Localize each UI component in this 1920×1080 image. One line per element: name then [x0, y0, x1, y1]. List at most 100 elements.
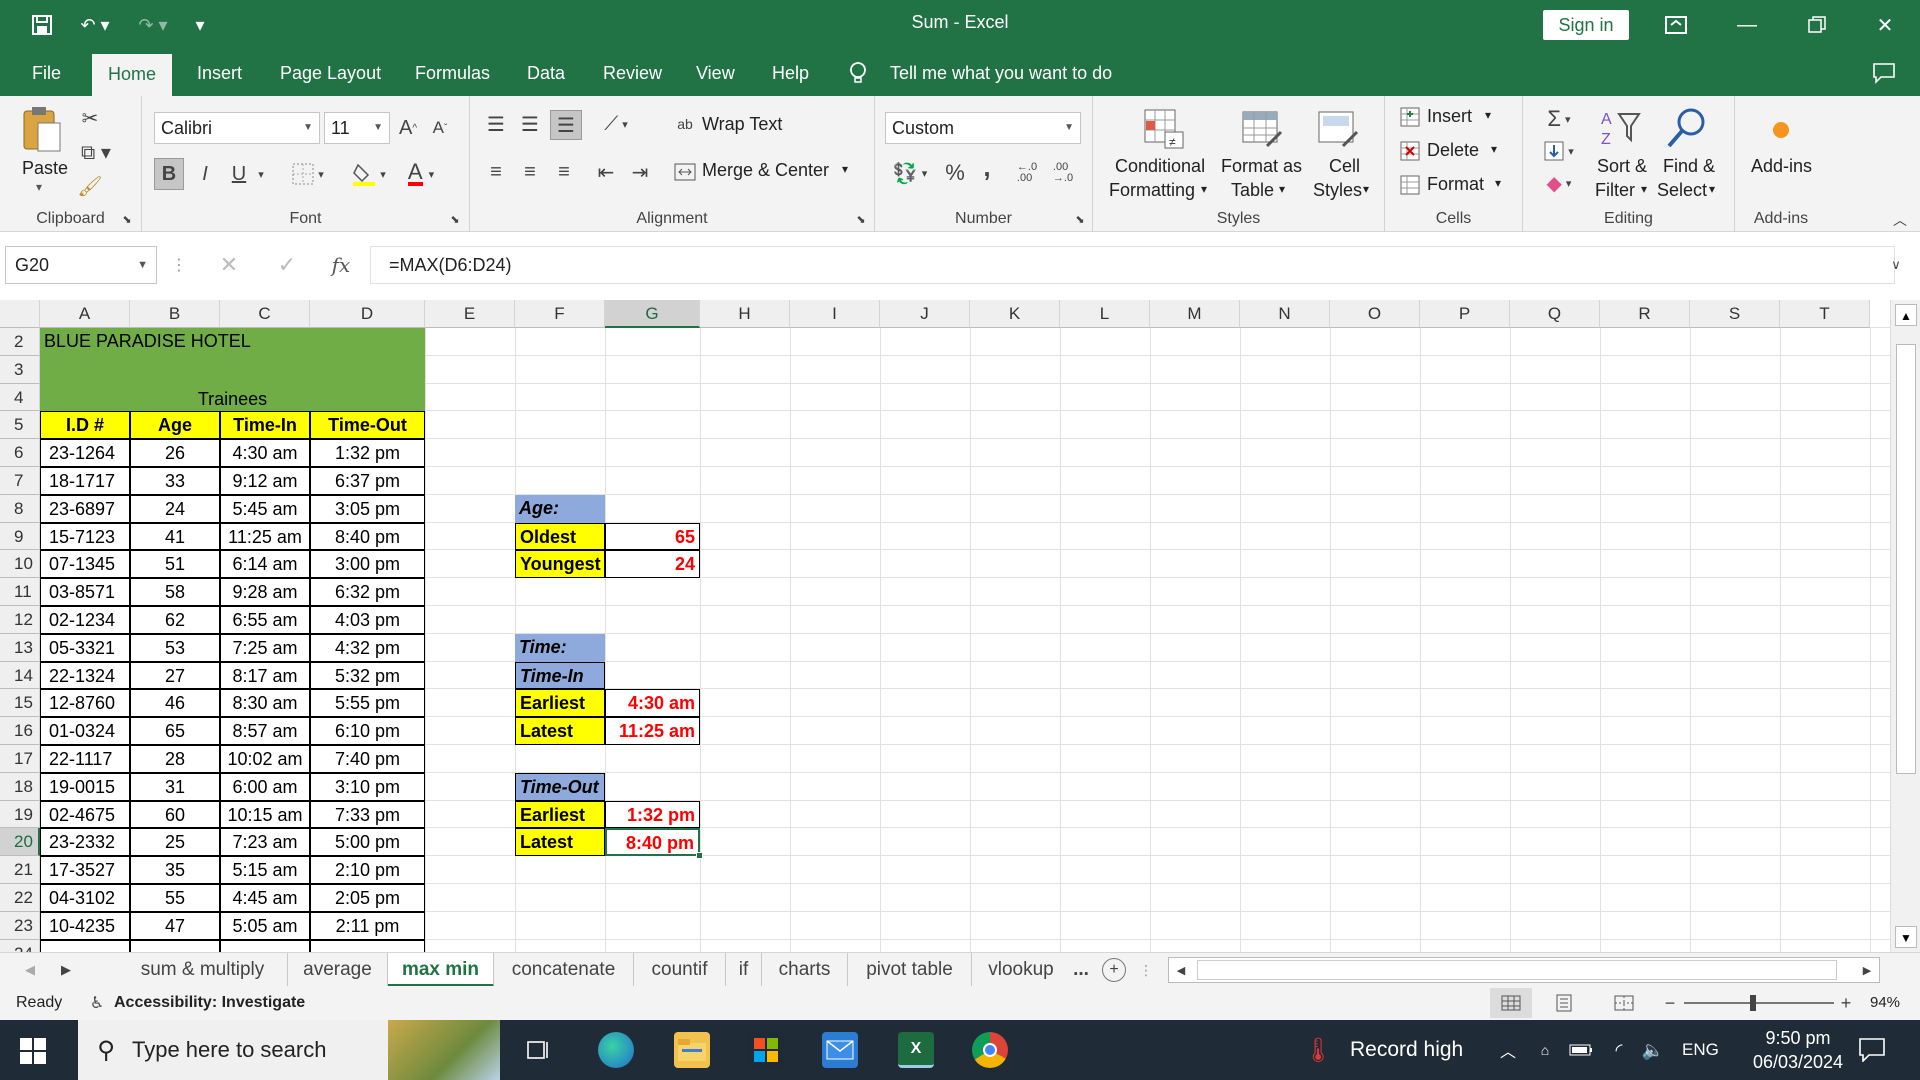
fill-color-icon[interactable]: ▾ [346, 158, 392, 190]
align-right-icon[interactable]: ≡ [550, 158, 578, 186]
row-header-24[interactable]: 24 [0, 939, 40, 952]
table-cell[interactable]: 04-3102 [40, 884, 130, 912]
column-header-c[interactable]: C [220, 300, 310, 328]
vertical-scrollbar[interactable]: ▲ ▼ [1890, 300, 1920, 952]
tab-data[interactable]: Data [527, 50, 565, 96]
time-out-header[interactable]: Time-Out [515, 772, 605, 801]
table-cell[interactable]: 8:57 am [220, 717, 310, 745]
find-select-label-2[interactable]: Select [1657, 180, 1707, 201]
minimize-icon[interactable]: — [1712, 0, 1782, 50]
column-header-i[interactable]: I [790, 300, 880, 328]
row-header-20[interactable]: 20 [0, 828, 40, 857]
clock-date[interactable]: 06/03/2024 [1732, 1052, 1864, 1073]
table-cell[interactable]: 3:00 pm [310, 550, 425, 579]
table-cell[interactable]: 51 [130, 550, 220, 579]
merge-center-button[interactable]: Merge & Center [702, 160, 829, 181]
column-header-s[interactable]: S [1690, 300, 1780, 328]
weather-text[interactable]: Record high [1350, 1038, 1463, 1062]
table-cell[interactable]: 5:05 am [220, 911, 310, 940]
format-cells-icon[interactable] [1399, 174, 1421, 196]
decrease-font-icon[interactable]: Aˇ [426, 112, 454, 144]
table-cell[interactable]: 2:11 pm [310, 911, 425, 940]
bottom-align-icon[interactable]: ☰ [550, 110, 582, 140]
row-header-13[interactable]: 13 [0, 633, 40, 662]
taskbar-search-box[interactable]: ⚲ Type here to search [78, 1020, 500, 1080]
table-cell[interactable]: 22-1117 [40, 745, 130, 773]
microsoft-store-icon[interactable] [748, 1032, 784, 1068]
alignment-launcher-icon[interactable]: ⬊ [854, 212, 868, 226]
table-cell-empty[interactable] [130, 939, 220, 952]
table-cell[interactable]: 6:10 pm [310, 717, 425, 745]
column-header-f[interactable]: F [515, 300, 605, 328]
autosum-icon[interactable]: Σ ▾ [1537, 106, 1581, 132]
table-cell[interactable]: 1:32 pm [310, 439, 425, 467]
insert-cells-button[interactable]: Insert [1427, 106, 1472, 127]
number-launcher-icon[interactable]: ⬊ [1073, 212, 1087, 226]
table-cell[interactable]: 3:10 pm [310, 772, 425, 801]
normal-view-icon[interactable] [1490, 988, 1532, 1018]
table-cell-empty[interactable] [40, 939, 130, 952]
table-cell[interactable]: 58 [130, 578, 220, 606]
name-box[interactable]: G20 ▼ [5, 246, 157, 284]
table-cell[interactable]: 7:33 pm [310, 800, 425, 829]
format-as-table-label-1[interactable]: Format as [1221, 156, 1302, 177]
table-cell[interactable]: 17-3527 [40, 856, 130, 884]
column-header-o[interactable]: O [1330, 300, 1420, 328]
sheet-tab-if[interactable]: if [726, 953, 762, 987]
align-left-icon[interactable]: ≡ [482, 158, 510, 186]
tab-help[interactable]: Help [772, 50, 809, 96]
scroll-up-icon[interactable]: ▲ [1895, 304, 1917, 326]
file-explorer-icon[interactable] [674, 1032, 710, 1068]
table-cell[interactable]: 33 [130, 467, 220, 495]
scroll-down-icon[interactable]: ▼ [1895, 926, 1917, 948]
page-layout-view-icon[interactable] [1546, 988, 1582, 1018]
row-header-7[interactable]: 7 [0, 467, 40, 495]
tab-home[interactable]: Home [92, 54, 173, 96]
sheet-tab-vlookup[interactable]: vlookup [972, 953, 1070, 987]
table-cell[interactable]: 27 [130, 661, 220, 690]
table-cell-empty[interactable] [310, 939, 425, 952]
conditional-formatting-label-2[interactable]: Formatting [1109, 180, 1195, 201]
find-select-dropdown-icon[interactable]: ▾ [1709, 182, 1715, 196]
tab-review[interactable]: Review [603, 50, 662, 96]
zoom-out-icon[interactable]: − [1660, 990, 1680, 1016]
delete-cells-icon[interactable] [1399, 140, 1421, 162]
column-header-k[interactable]: K [970, 300, 1060, 328]
conditional-formatting-icon[interactable]: ≠ [1139, 104, 1187, 152]
row-header-16[interactable]: 16 [0, 717, 40, 745]
table-cell[interactable]: 10:15 am [220, 800, 310, 829]
scroll-right-icon[interactable]: ▶ [1857, 960, 1877, 980]
table-cell[interactable]: 02-1234 [40, 606, 130, 634]
lightbulb-icon[interactable] [848, 50, 868, 96]
format-as-table-icon[interactable] [1237, 104, 1285, 152]
table-cell[interactable]: 65 [130, 717, 220, 745]
clear-icon[interactable]: ◆ ▾ [1537, 170, 1581, 196]
column-header-n[interactable]: N [1240, 300, 1330, 328]
cancel-entry-icon[interactable]: ✕ [214, 250, 244, 280]
restore-icon[interactable] [1782, 0, 1852, 50]
table-cell[interactable]: 24 [130, 494, 220, 523]
row-header-4[interactable]: 4 [0, 383, 40, 412]
sheet-tab-countif[interactable]: countif [634, 953, 726, 987]
column-header-d[interactable]: D [310, 300, 425, 328]
youngest-value[interactable]: 24 [605, 550, 700, 579]
row-header-11[interactable]: 11 [0, 578, 40, 606]
table-cell[interactable]: 6:55 am [220, 606, 310, 634]
accounting-format-icon[interactable]: 💱 ▾ [885, 158, 935, 188]
table-cell[interactable]: 4:03 pm [310, 606, 425, 634]
time-in-latest-label[interactable]: Latest [515, 717, 605, 745]
format-as-table-label-2[interactable]: Table [1231, 180, 1274, 201]
next-sheet-icon[interactable]: ▶ [56, 959, 76, 981]
table-cell[interactable]: 4:32 pm [310, 633, 425, 662]
orientation-icon[interactable]: ⟋ ▾ [592, 110, 640, 138]
table-header-cell[interactable]: Time-Out [310, 411, 425, 440]
table-cell[interactable]: 03-8571 [40, 578, 130, 606]
table-cell-empty[interactable] [220, 939, 310, 952]
delete-cells-dropdown-icon[interactable]: ▾ [1491, 142, 1497, 156]
decrease-indent-icon[interactable]: ⇤ [592, 158, 620, 186]
column-header-h[interactable]: H [700, 300, 790, 328]
conditional-formatting-dropdown-icon[interactable]: ▾ [1201, 182, 1207, 196]
sheet-tab-concatenate[interactable]: concatenate [494, 953, 634, 987]
row-header-8[interactable]: 8 [0, 494, 40, 523]
table-cell[interactable]: 8:17 am [220, 661, 310, 690]
